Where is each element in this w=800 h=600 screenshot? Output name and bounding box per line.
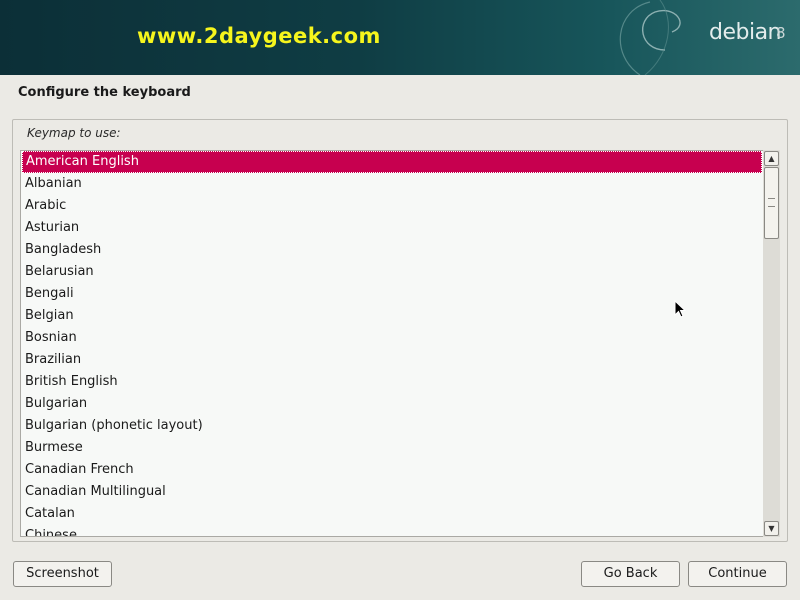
keymap-option[interactable]: Chinese <box>21 525 763 536</box>
keymap-option[interactable]: British English <box>21 371 763 393</box>
scroll-up-arrow-icon[interactable]: ▲ <box>764 151 779 166</box>
page-title: Configure the keyboard <box>18 85 191 100</box>
keymap-option[interactable]: Bulgarian <box>21 393 763 415</box>
keymap-option[interactable]: Albanian <box>21 173 763 195</box>
debian-version: 8 <box>776 24 786 42</box>
go-back-button[interactable]: Go Back <box>581 561 680 587</box>
keymap-panel: Keymap to use: American English Albanian A… <box>12 119 788 542</box>
keymap-scrollbar[interactable]: ▲ ▼ <box>763 150 780 537</box>
keymap-label: Keymap to use: <box>27 126 121 140</box>
debian-logo-text: debian <box>709 20 782 45</box>
site-watermark: www.2daygeek.com <box>137 24 381 48</box>
keymap-option[interactable]: Bulgarian (phonetic layout) <box>21 415 763 437</box>
keymap-option[interactable]: Belarusian <box>21 261 763 283</box>
keymap-option[interactable]: Canadian French <box>21 459 763 481</box>
screenshot-button[interactable]: Screenshot <box>13 561 112 587</box>
keymap-option[interactable]: Brazilian <box>21 349 763 371</box>
keymap-option[interactable]: Bangladesh <box>21 239 763 261</box>
keymap-option[interactable]: Canadian Multilingual <box>21 481 763 503</box>
installer-banner: www.2daygeek.com debian 8 <box>0 0 800 75</box>
scroll-down-arrow-icon[interactable]: ▼ <box>764 521 779 536</box>
keymap-option[interactable]: Bosnian <box>21 327 763 349</box>
keymap-option[interactable]: Asturian <box>21 217 763 239</box>
keymap-option-selected[interactable]: American English <box>22 151 762 173</box>
continue-button[interactable]: Continue <box>688 561 787 587</box>
keymap-list[interactable]: American English Albanian Arabic Asturian Ba… <box>20 150 764 537</box>
keymap-option[interactable]: Catalan <box>21 503 763 525</box>
keymap-option[interactable]: Bengali <box>21 283 763 305</box>
mouse-cursor-icon <box>674 300 687 318</box>
keymap-option[interactable]: Burmese <box>21 437 763 459</box>
scrollbar-grip-icon <box>768 198 775 207</box>
scrollbar-thumb[interactable] <box>764 167 779 239</box>
keymap-option[interactable]: Arabic <box>21 195 763 217</box>
keymap-option[interactable]: Belgian <box>21 305 763 327</box>
